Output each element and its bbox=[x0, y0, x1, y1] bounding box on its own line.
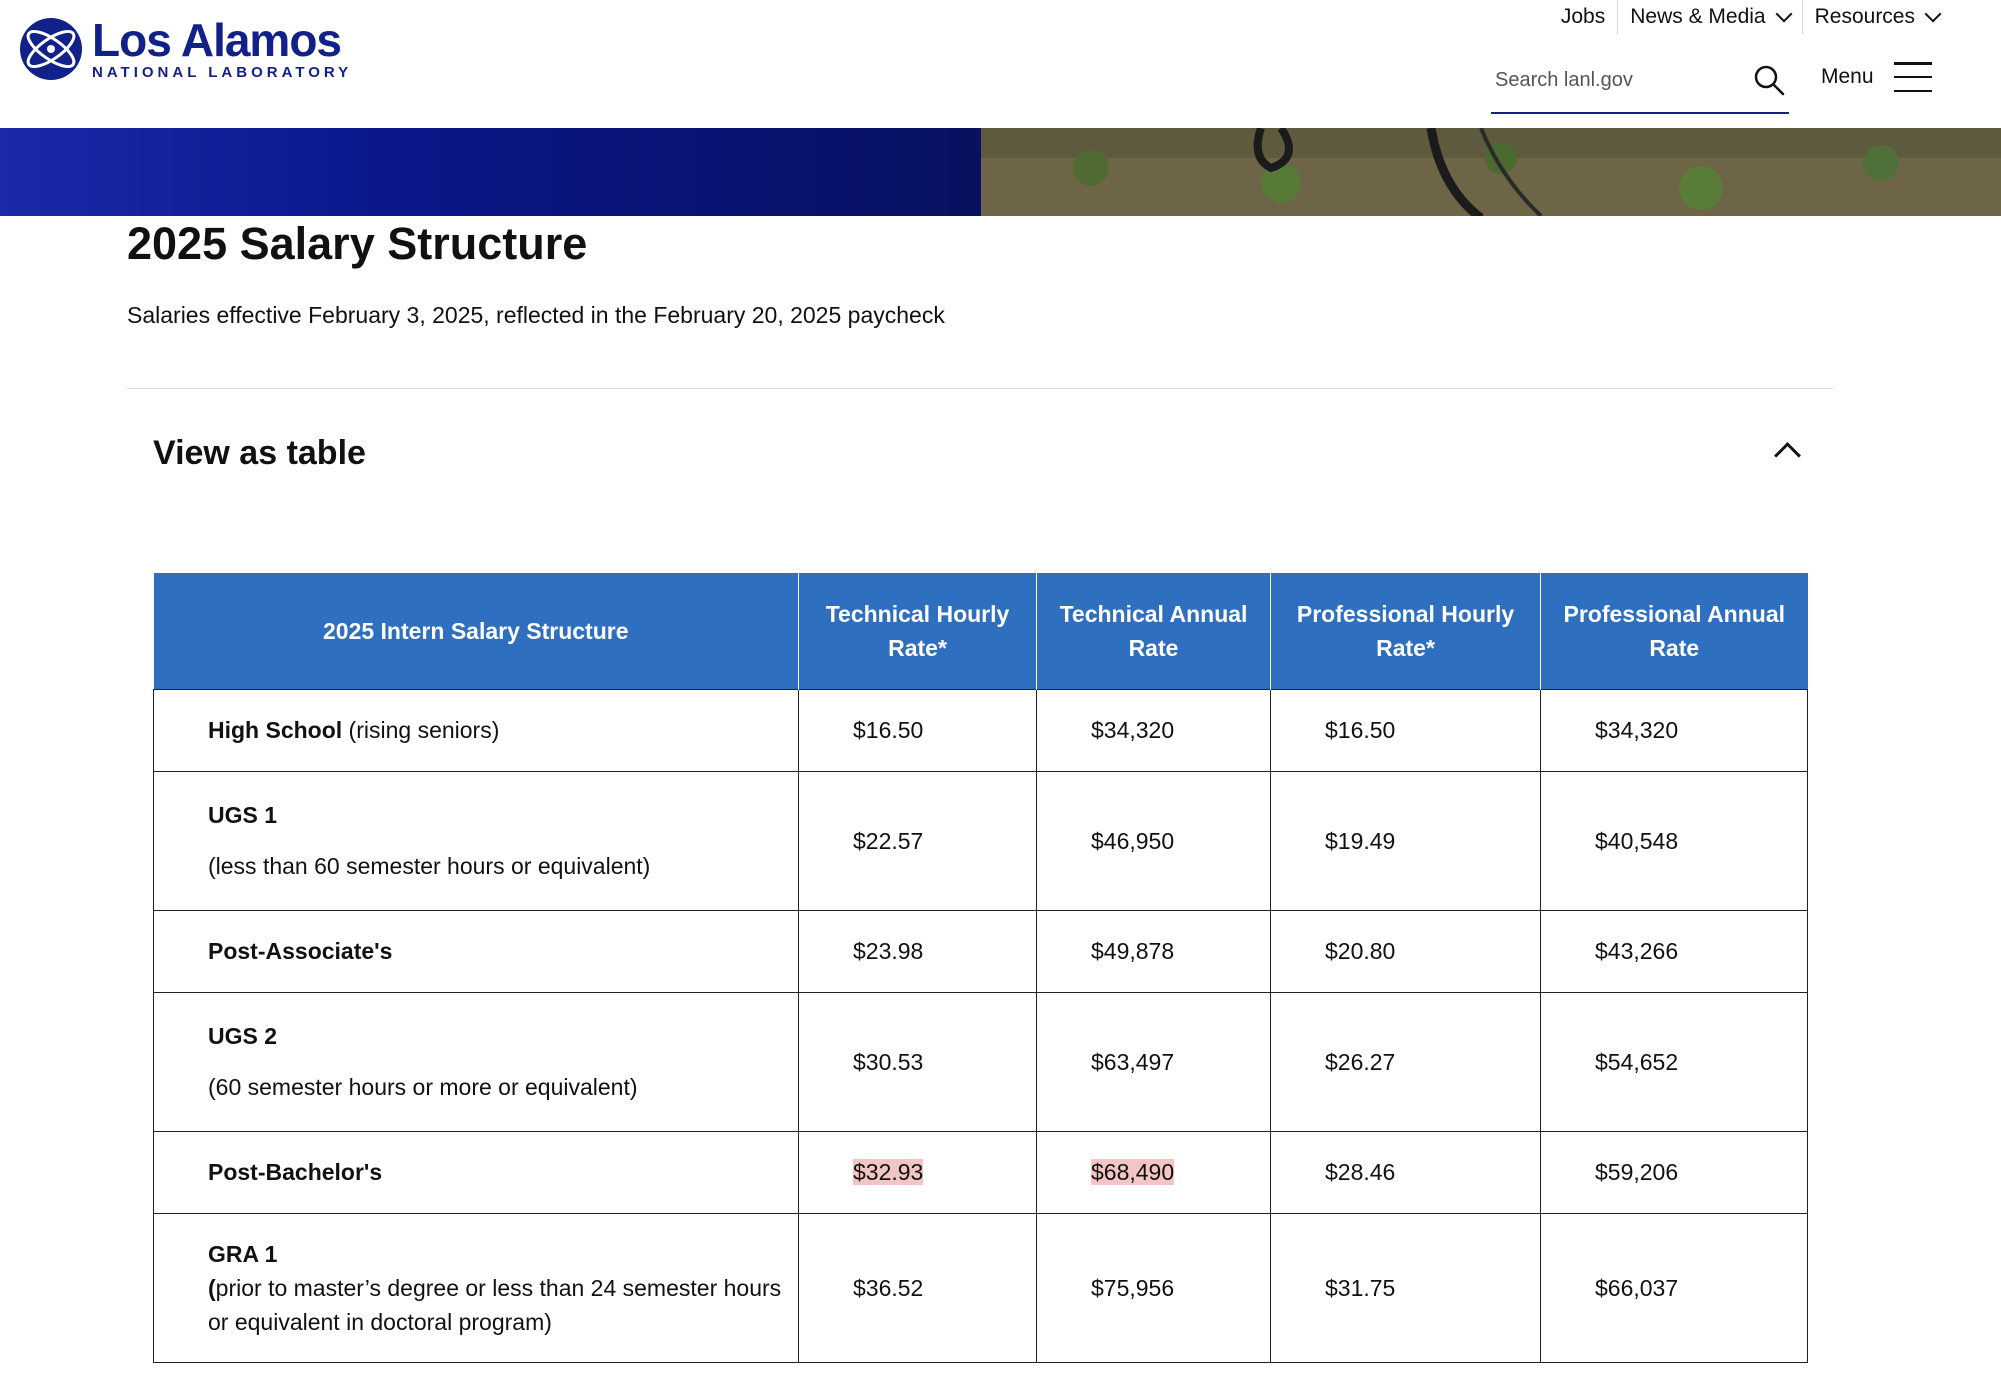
chevron-down-icon bbox=[1924, 5, 1942, 23]
menu-label: Menu bbox=[1821, 65, 1874, 88]
row-label-cell: High School (rising seniors) bbox=[153, 689, 799, 772]
accordion-title: View as table bbox=[153, 434, 366, 472]
nav-jobs[interactable]: Jobs bbox=[1549, 0, 1617, 34]
page-title: 2025 Salary Structure bbox=[127, 218, 588, 269]
table-cell: $32.93 bbox=[798, 1131, 1037, 1214]
table-cell: $66,037 bbox=[1540, 1213, 1808, 1363]
row-label: Post-Associate's bbox=[208, 938, 393, 964]
table-cell: $40,548 bbox=[1540, 771, 1808, 911]
table-cell: $28.46 bbox=[1270, 1131, 1541, 1214]
search-box bbox=[1491, 58, 1789, 114]
site-header: Los Alamos NATIONAL LABORATORY Jobs News… bbox=[0, 0, 2001, 128]
section-divider bbox=[127, 388, 1833, 389]
logo-text: Los Alamos NATIONAL LABORATORY bbox=[92, 13, 353, 81]
column-header: Technical Annual Rate bbox=[1036, 573, 1271, 690]
table-cell: $23.98 bbox=[798, 910, 1037, 993]
table-cell: $26.27 bbox=[1270, 992, 1541, 1132]
table-cell: $63,497 bbox=[1036, 992, 1271, 1132]
table-cell: $34,320 bbox=[1540, 689, 1808, 772]
table-cell: $43,266 bbox=[1540, 910, 1808, 993]
table-cell: $68,490 bbox=[1036, 1131, 1271, 1214]
table-row: UGS 1 (less than 60 semester hours or eq… bbox=[153, 771, 1808, 911]
highlighted-value: $68,490 bbox=[1091, 1159, 1175, 1185]
row-detail: (60 semester hours or more or equivalent… bbox=[208, 1074, 638, 1100]
search-input[interactable] bbox=[1493, 68, 1737, 93]
row-label-cell: Post-Associate's bbox=[153, 910, 799, 993]
bicycle-photo-image bbox=[981, 128, 2001, 216]
lanl-logo[interactable]: Los Alamos NATIONAL LABORATORY bbox=[18, 16, 352, 82]
table-cell: $49,878 bbox=[1036, 910, 1271, 993]
row-detail: (rising seniors) bbox=[342, 717, 500, 743]
table-cell: $31.75 bbox=[1270, 1213, 1541, 1363]
row-label-cell: Post-Bachelor's bbox=[153, 1131, 799, 1214]
table-cell: $36.52 bbox=[798, 1213, 1037, 1363]
search-icon[interactable] bbox=[1753, 64, 1785, 96]
table-row: GRA 1 (prior to master’s degree or less … bbox=[153, 1213, 1808, 1363]
hero-banner bbox=[0, 128, 2001, 216]
row-label-cell: GRA 1 (prior to master’s degree or less … bbox=[153, 1213, 799, 1363]
row-detail-wrap: (prior to master’s degree or less than 2… bbox=[208, 1271, 788, 1339]
nav-resources-label: Resources bbox=[1814, 5, 1915, 28]
column-header: 2025 Intern Salary Structure bbox=[153, 573, 799, 690]
table-cell: $30.53 bbox=[798, 992, 1037, 1132]
table-cell: $19.49 bbox=[1270, 771, 1541, 911]
table-row: UGS 2 (60 semester hours or more or equi… bbox=[153, 992, 1808, 1132]
table-cell: $22.57 bbox=[798, 771, 1037, 911]
row-label: GRA 1 bbox=[208, 1241, 278, 1267]
nav-news-media[interactable]: News & Media bbox=[1618, 0, 1801, 34]
atom-logo-icon bbox=[20, 18, 82, 80]
hamburger-icon bbox=[1893, 62, 1932, 92]
highlighted-value: $32.93 bbox=[853, 1159, 924, 1185]
row-label: UGS 1 bbox=[208, 802, 278, 828]
banner-photo bbox=[981, 128, 2001, 216]
row-label: High School bbox=[208, 717, 343, 743]
chevron-down-icon bbox=[1775, 5, 1793, 23]
chevron-up-icon[interactable] bbox=[1774, 442, 1801, 469]
row-label-cell: UGS 2 (60 semester hours or more or equi… bbox=[153, 992, 799, 1132]
table-cell: $20.80 bbox=[1270, 910, 1541, 993]
table-cell: $16.50 bbox=[1270, 689, 1541, 772]
table-cell: $59,206 bbox=[1540, 1131, 1808, 1214]
logo-name: Los Alamos bbox=[92, 13, 342, 66]
salary-table: 2025 Intern Salary Structure Technical H… bbox=[153, 573, 1808, 1363]
nav-jobs-label: Jobs bbox=[1560, 5, 1606, 28]
nav-news-label: News & Media bbox=[1630, 5, 1766, 28]
row-detail: prior to master’s degree or less than 24… bbox=[208, 1275, 782, 1335]
row-detail: (less than 60 semester hours or equivale… bbox=[208, 853, 651, 879]
table-row: Post-Associate's $23.98 $49,878 $20.80 $… bbox=[153, 910, 1808, 993]
column-header: Technical Hourly Rate* bbox=[798, 573, 1037, 690]
table-cell: $46,950 bbox=[1036, 771, 1271, 911]
table-cell: $75,956 bbox=[1036, 1213, 1271, 1363]
row-label: Post-Bachelor's bbox=[208, 1159, 383, 1185]
utility-nav: Jobs News & Media Resources bbox=[1549, 0, 1951, 34]
table-row: High School (rising seniors) $16.50 $34,… bbox=[153, 689, 1808, 772]
logo-subtitle: NATIONAL LABORATORY bbox=[92, 63, 353, 81]
banner-blue-panel bbox=[0, 128, 981, 216]
row-label-cell: UGS 1 (less than 60 semester hours or eq… bbox=[153, 771, 799, 911]
page-subtitle: Salaries effective February 3, 2025, ref… bbox=[127, 302, 945, 328]
table-cell: $54,652 bbox=[1540, 992, 1808, 1132]
menu-button[interactable]: Menu bbox=[1821, 62, 1932, 92]
table-header-row: 2025 Intern Salary Structure Technical H… bbox=[153, 573, 1808, 690]
row-label: UGS 2 bbox=[208, 1023, 278, 1049]
table-row: Post-Bachelor's $32.93 $68,490 $28.46 $5… bbox=[153, 1131, 1808, 1214]
table-cell: $34,320 bbox=[1036, 689, 1271, 772]
column-header: Professional Hourly Rate* bbox=[1270, 573, 1541, 690]
table-cell: $16.50 bbox=[798, 689, 1037, 772]
nav-resources[interactable]: Resources bbox=[1803, 0, 1951, 34]
column-header: Professional Annual Rate bbox=[1540, 573, 1808, 690]
view-as-table-accordion[interactable]: View as table bbox=[127, 420, 1833, 490]
row-detail-paren: ( bbox=[208, 1275, 216, 1301]
